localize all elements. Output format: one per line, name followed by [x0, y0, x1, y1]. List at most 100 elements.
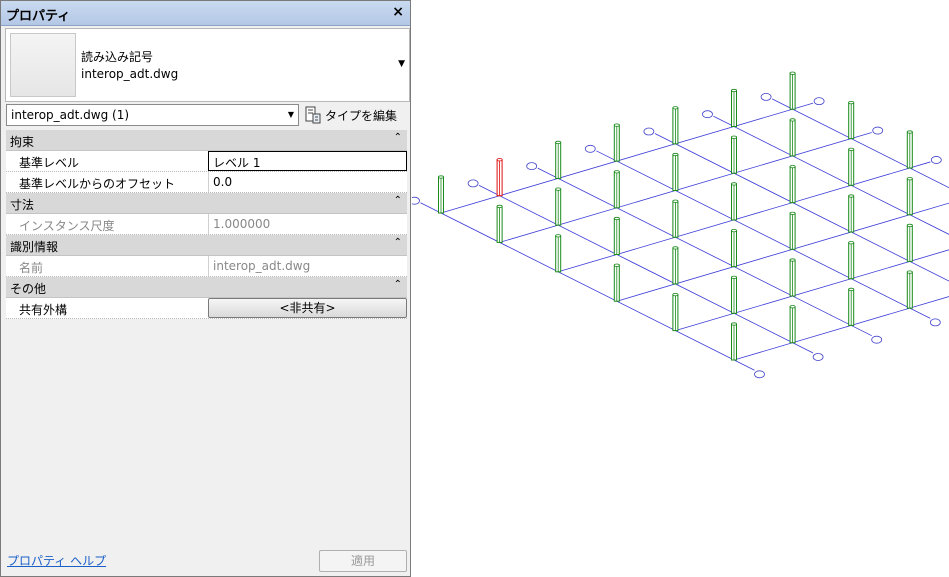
column[interactable]	[789, 71, 796, 110]
column[interactable]	[731, 275, 737, 314]
instance-filter-dropdown[interactable]: interop_adt.dwg (1) ▼	[6, 104, 299, 126]
column-top	[906, 130, 913, 134]
column[interactable]	[731, 229, 737, 268]
column[interactable]	[672, 292, 679, 332]
grid-bubble	[412, 196, 420, 205]
column[interactable]	[906, 177, 913, 216]
3d-viewport[interactable]	[412, 0, 949, 577]
category-label: 拘束	[10, 135, 35, 149]
edit-type-button[interactable]: タイプを編集	[305, 104, 397, 126]
category-constraints[interactable]: 拘束 ⌃	[6, 130, 407, 151]
column[interactable]	[672, 152, 679, 191]
grid-bubble	[526, 162, 538, 171]
column[interactable]	[731, 322, 737, 361]
collapse-icon[interactable]: ⌃	[394, 195, 402, 206]
column-top	[789, 71, 796, 75]
type-family-name: 読み込み記号	[81, 50, 154, 64]
column[interactable]	[496, 204, 503, 243]
column[interactable]	[672, 106, 679, 145]
column[interactable]	[789, 118, 796, 157]
column[interactable]	[848, 241, 855, 280]
type-selector[interactable]: 読み込み記号 interop_adt.dwg ▼	[5, 28, 410, 102]
properties-palette: プロパティ × 読み込み記号 interop_adt.dwg ▼ interop…	[0, 0, 411, 577]
column-top	[438, 175, 444, 179]
property-row-instance-scale: インスタンス尺度 1.000000	[6, 214, 407, 235]
column[interactable]	[848, 194, 855, 233]
column[interactable]	[672, 199, 679, 238]
column-divider	[208, 256, 209, 276]
grid-line	[596, 150, 931, 319]
column-top	[731, 229, 737, 233]
category-label: その他	[10, 282, 47, 296]
grid-line	[713, 115, 949, 235]
category-dimensions[interactable]: 寸法 ⌃	[6, 193, 407, 214]
column-top	[555, 234, 562, 238]
grid-bubble	[467, 179, 479, 188]
column[interactable]	[731, 135, 737, 174]
column-top	[731, 88, 737, 93]
column[interactable]	[848, 287, 855, 326]
type-preview-thumbnail	[10, 33, 76, 97]
property-row-base-level[interactable]: 基準レベル レベル 1	[6, 151, 407, 172]
apply-button[interactable]: 適用	[319, 550, 407, 572]
property-row-offset[interactable]: 基準レベルからのオフセット 0.0	[6, 172, 407, 193]
column[interactable]	[731, 182, 737, 221]
edit-type-label: タイプを編集	[325, 108, 398, 123]
column[interactable]	[906, 270, 913, 309]
column-top	[496, 204, 503, 208]
column-top	[848, 241, 855, 245]
column[interactable]	[731, 88, 737, 127]
column[interactable]	[789, 305, 796, 344]
column[interactable]	[848, 147, 855, 186]
property-label: 基準レベルからのオフセット	[19, 177, 176, 191]
property-label: 共有外構	[19, 303, 68, 317]
shared-site-button[interactable]: <非共有>	[208, 298, 407, 318]
column[interactable]	[848, 101, 855, 140]
grid-bubble	[812, 353, 824, 361]
column-top	[848, 101, 855, 105]
category-other[interactable]: その他 ⌃	[6, 277, 407, 298]
close-button[interactable]: ×	[392, 4, 404, 20]
grid-line	[537, 167, 872, 337]
column[interactable]	[789, 211, 796, 250]
chevron-down-icon[interactable]: ▼	[288, 110, 294, 119]
type-selector-dropdown-icon[interactable]: ▼	[398, 59, 405, 69]
column-top	[789, 118, 796, 122]
column-top	[672, 199, 679, 203]
column[interactable]	[906, 223, 913, 262]
grid-line	[733, 296, 949, 361]
column[interactable]	[789, 165, 796, 204]
column-top	[906, 223, 913, 227]
column[interactable]	[555, 140, 562, 179]
palette-title: プロパティ	[6, 9, 71, 24]
column[interactable]	[555, 187, 562, 226]
category-identity-data[interactable]: 識別情報 ⌃	[6, 235, 407, 256]
collapse-icon[interactable]: ⌃	[394, 237, 402, 248]
column[interactable]	[789, 258, 796, 297]
column[interactable]	[555, 234, 562, 273]
column-top	[613, 123, 620, 127]
column-top	[731, 322, 737, 326]
grid-line	[616, 202, 949, 302]
column[interactable]	[613, 170, 620, 209]
column[interactable]	[613, 216, 620, 255]
column-top	[906, 177, 913, 181]
palette-title-bar[interactable]: プロパティ ×	[1, 1, 410, 26]
offset-value[interactable]: 0.0	[213, 175, 232, 189]
column-top	[731, 135, 737, 139]
column[interactable]	[672, 246, 679, 285]
column-divider	[208, 214, 209, 234]
column[interactable]	[613, 123, 620, 162]
collapse-icon[interactable]: ⌃	[394, 279, 402, 290]
column-top	[789, 258, 796, 262]
property-row-shared-site[interactable]: 共有外構 <非共有>	[6, 298, 407, 319]
column[interactable]	[613, 263, 620, 302]
column[interactable]	[438, 175, 444, 214]
grid-bubble	[813, 97, 825, 106]
base-level-field[interactable]: レベル 1	[208, 151, 407, 171]
properties-help-link[interactable]: プロパティ ヘルプ	[7, 552, 106, 569]
collapse-icon[interactable]: ⌃	[394, 132, 402, 143]
grid-bubble	[760, 93, 772, 101]
column[interactable]	[906, 130, 913, 169]
column-selected[interactable]	[496, 158, 503, 197]
